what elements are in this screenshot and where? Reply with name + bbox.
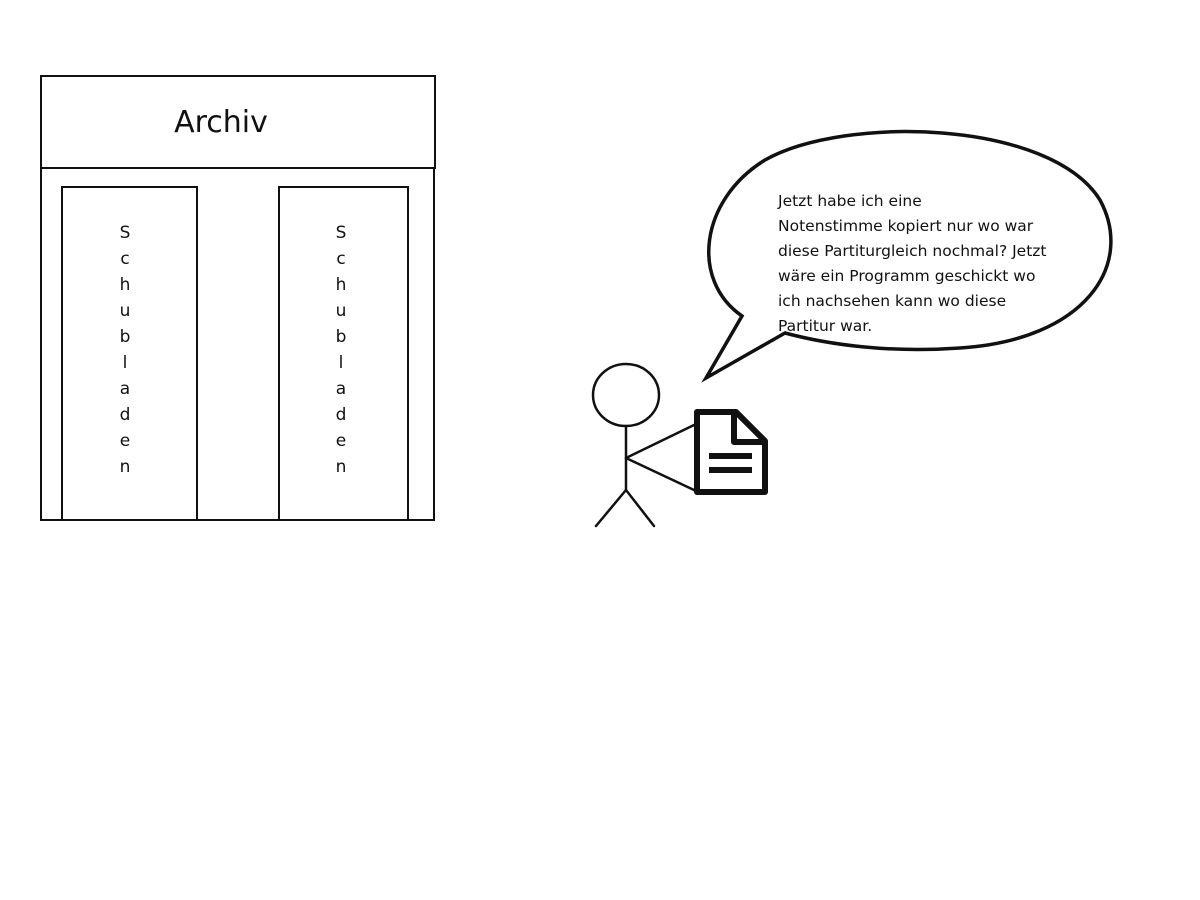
diagram-canvas: Archiv Schubladen Schubladen	[40, 75, 1113, 528]
speech-line: diese Partiturgleich nochmal? Jetzt	[778, 242, 1047, 260]
speech-line: wäre ein Programm geschickt wo	[778, 267, 1036, 285]
stick-figure	[591, 362, 696, 528]
figure-arm-upper	[624, 423, 696, 460]
archive-title: Archiv	[174, 105, 268, 140]
speech-line: ich nachsehen kann wo diese	[778, 292, 1007, 310]
figure-leg-left	[594, 488, 628, 528]
figure-arm-lower	[624, 456, 696, 492]
figure-leg-right	[624, 488, 656, 528]
document-icon	[694, 409, 768, 495]
speech-line: Partitur war.	[778, 317, 873, 335]
speech-bubble-text: Jetzt habe ich eine Notenstimme kopiert n…	[778, 189, 1118, 339]
archive-cabinet	[40, 75, 436, 521]
speech-line: Notenstimme kopiert nur wo war	[778, 217, 1034, 235]
figure-head	[591, 362, 661, 428]
speech-line: Jetzt habe ich eine	[778, 192, 922, 210]
